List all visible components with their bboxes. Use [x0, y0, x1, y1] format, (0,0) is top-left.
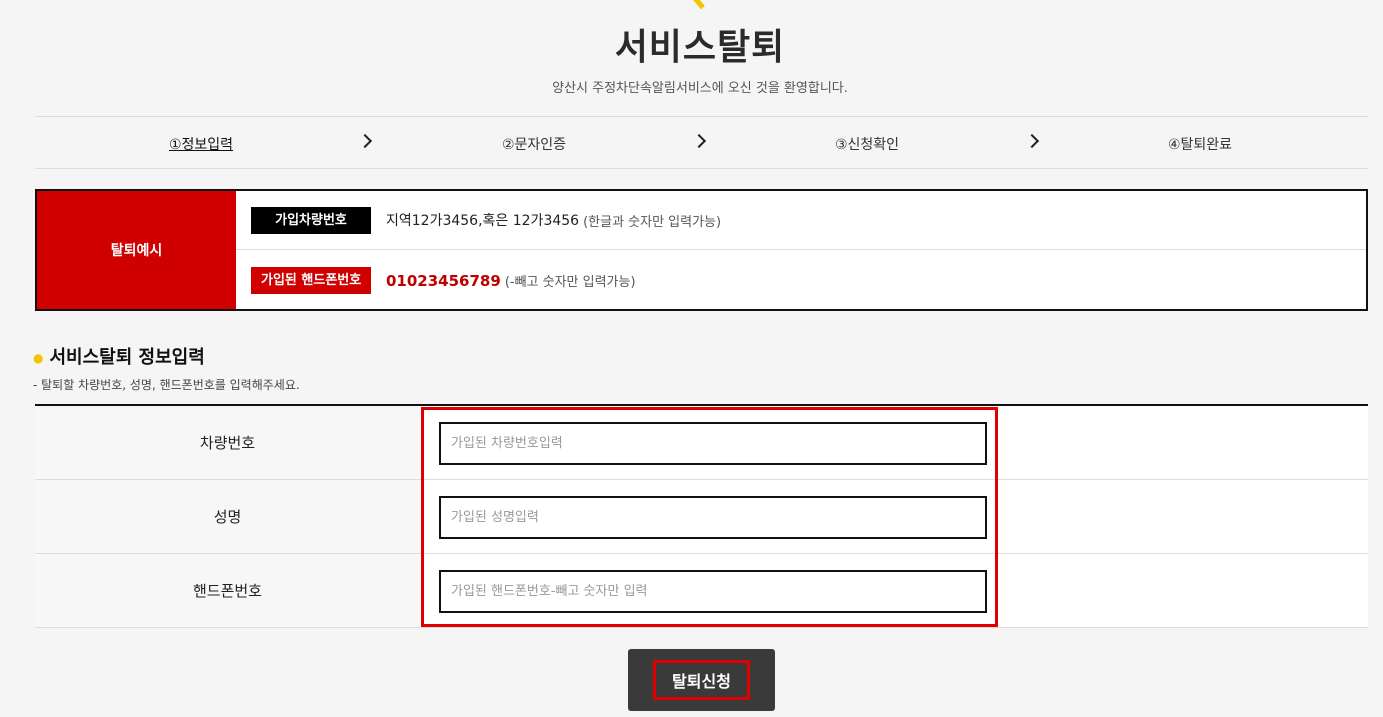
decorative-accent-mark — [688, 0, 705, 10]
withdraw-form: 차량번호 성명 핸드폰번호 — [35, 404, 1368, 628]
car-number-tag: 가입차량번호 — [251, 206, 371, 234]
chevron-right-icon — [357, 133, 373, 149]
step-sms-verify[interactable]: ②문자인증 — [502, 134, 566, 154]
name-input[interactable] — [439, 496, 987, 539]
car-number-input[interactable] — [439, 422, 987, 465]
withdraw-example-box: 탈퇴예시 가입차량번호 지역12가3456,혹은 12가3456 (한글과 숫자… — [35, 189, 1368, 311]
submit-label: 탈퇴신청 — [653, 660, 750, 700]
form-row-name: 성명 — [35, 480, 1368, 554]
step-withdraw-complete[interactable]: ④탈퇴완료 — [1168, 134, 1232, 154]
step-request-confirm[interactable]: ③신청확인 — [835, 134, 899, 154]
example-heading: 탈퇴예시 — [37, 191, 236, 309]
page-title: 서비스탈퇴 — [614, 27, 786, 68]
page-subtitle: 양산시 주정차단속알림서비스에 오신 것을 환영합니다. — [552, 81, 848, 96]
example-phone-row: 가입된 핸드폰번호 01023456789 (-빼고 숫자만 입력가능) — [236, 251, 1366, 310]
bullet-dot-icon: ● — [33, 351, 44, 365]
step-info-input[interactable]: ①정보입력 — [169, 134, 233, 154]
car-number-label: 차량번호 — [35, 406, 420, 479]
step-navigation: ①정보입력 ②문자인증 ③신청확인 ④탈퇴완료 — [35, 116, 1368, 169]
example-car-row: 가입차량번호 지역12가3456,혹은 12가3456 (한글과 숫자만 입력가… — [236, 191, 1366, 250]
section-description: - 탈퇴할 차량번호, 성명, 핸드폰번호를 입력해주세요. — [33, 378, 300, 392]
example-car-value: 지역12가3456,혹은 12가3456 — [386, 213, 580, 229]
form-row-car: 차량번호 — [35, 406, 1368, 480]
form-row-phone: 핸드폰번호 — [35, 554, 1368, 628]
example-phone-value: 01023456789 — [386, 271, 501, 290]
section-title: ● 서비스탈퇴 정보입력 — [33, 343, 205, 369]
name-label: 성명 — [35, 480, 420, 553]
example-car-note: (한글과 숫자만 입력가능) — [583, 214, 722, 230]
chevron-right-icon — [1024, 133, 1040, 149]
phone-number-tag: 가입된 핸드폰번호 — [251, 267, 371, 294]
section-title-text: 서비스탈퇴 정보입력 — [49, 347, 205, 368]
withdraw-submit-button[interactable]: 탈퇴신청 — [628, 649, 775, 711]
chevron-right-icon — [691, 133, 707, 149]
example-phone-note: (-빼고 숫자만 입력가능) — [504, 275, 636, 290]
phone-input[interactable] — [439, 570, 987, 613]
phone-label: 핸드폰번호 — [35, 554, 420, 627]
